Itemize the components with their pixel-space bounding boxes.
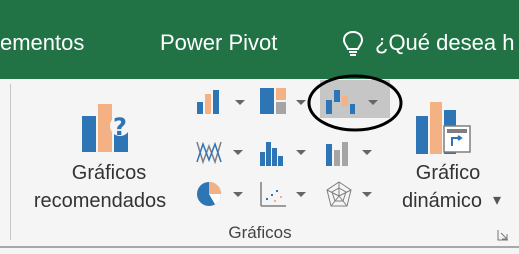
histogram-chart-icon — [258, 138, 288, 166]
recommended-charts-button[interactable]: ? Gráficos recomendados — [20, 88, 190, 218]
chevron-down-icon — [296, 192, 306, 197]
chevron-down-icon — [233, 192, 243, 197]
pivot-chart-icon — [414, 96, 474, 156]
combo-chart-button[interactable] — [322, 136, 378, 168]
pie-chart-icon — [195, 180, 225, 208]
ribbon-bottom-border — [0, 246, 519, 248]
column-bar-chart-button[interactable] — [195, 84, 251, 116]
svg-text:?: ? — [113, 113, 127, 141]
pie-chart-button[interactable] — [195, 178, 251, 210]
recommended-charts-icon: ? — [76, 98, 136, 154]
scatter-chart-button[interactable] — [258, 178, 314, 210]
combo-chart-icon — [324, 138, 354, 166]
chevron-down-icon — [296, 150, 306, 155]
statistic-chart-button[interactable] — [258, 136, 314, 168]
tell-me-search[interactable]: ¿Qué desea h — [375, 29, 514, 57]
recommended-charts-label-line2: recomendados — [33, 190, 167, 212]
scatter-chart-icon — [258, 180, 288, 208]
group-label-graficos: Gráficos — [228, 223, 292, 242]
tab-power-pivot[interactable]: Power Pivot — [160, 29, 277, 57]
radar-chart-icon — [324, 180, 354, 208]
chevron-down-icon — [362, 192, 372, 197]
chevron-down-icon — [233, 150, 243, 155]
recommended-charts-label-line1: Gráficos — [71, 162, 147, 184]
group-separator-left — [10, 84, 11, 240]
lightbulb-icon — [342, 30, 364, 58]
pivot-chart-label-line1: Gráfico — [415, 162, 481, 184]
tab-complementos[interactable]: ementos — [0, 29, 84, 57]
pivot-chart-button[interactable]: Gráfico dinámico ▾ — [388, 88, 514, 218]
dialog-launcher-icon[interactable] — [497, 228, 509, 241]
ribbon-tab-bar: ementos Power Pivot ¿Qué desea h — [0, 0, 519, 79]
line-chart-icon — [195, 138, 225, 166]
hierarchy-chart-icon — [258, 86, 288, 116]
radar-chart-button[interactable] — [322, 178, 378, 210]
chevron-down-icon: ▾ — [492, 192, 502, 209]
chevron-down-icon — [235, 100, 245, 105]
pivot-chart-label-line2: dinámico — [401, 190, 483, 212]
column-chart-icon — [195, 88, 223, 114]
chevron-down-icon — [362, 150, 372, 155]
line-chart-button[interactable] — [195, 136, 251, 168]
